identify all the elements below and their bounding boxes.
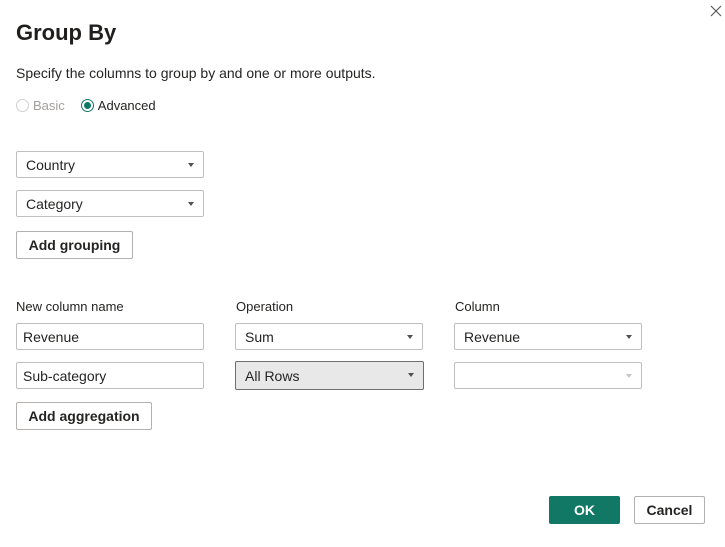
group-by-dropdown-1-value: Country: [26, 156, 76, 173]
dialog-description: Specify the columns to group by and one …: [16, 65, 376, 81]
chevron-down-icon: [188, 202, 194, 206]
radio-checked-icon: [80, 99, 94, 112]
group-by-dropdown-1[interactable]: Country: [16, 151, 204, 178]
chevron-down-icon: [626, 374, 632, 378]
new-column-name-header: New column name: [16, 299, 124, 314]
close-icon[interactable]: [707, 2, 725, 20]
add-grouping-button[interactable]: Add grouping: [16, 231, 133, 259]
new-column-name-input-2[interactable]: Sub-category: [16, 362, 204, 389]
group-by-dropdown-2[interactable]: Category: [16, 190, 204, 217]
operation-dropdown-1[interactable]: Sum: [235, 323, 423, 350]
basic-radio[interactable]: Basic: [16, 98, 65, 113]
column-dropdown-1[interactable]: Revenue: [454, 323, 642, 350]
new-column-name-input-1[interactable]: Revenue: [16, 323, 204, 350]
operation-dropdown-2[interactable]: All Rows: [235, 361, 424, 390]
chevron-down-icon: [626, 335, 632, 339]
operation-dropdown-2-value: All Rows: [245, 367, 300, 384]
radio-unchecked-icon: [16, 99, 29, 112]
operation-dropdown-1-value: Sum: [245, 328, 274, 345]
cancel-button[interactable]: Cancel: [634, 496, 705, 524]
advanced-radio[interactable]: Advanced: [80, 98, 156, 113]
ok-button[interactable]: OK: [549, 496, 620, 524]
column-header: Column: [455, 299, 500, 314]
basic-radio-label: Basic: [33, 98, 65, 113]
mode-radio-group: Basic Advanced: [16, 98, 172, 113]
chevron-down-icon: [188, 163, 194, 167]
chevron-down-icon: [408, 373, 414, 377]
group-by-dropdown-2-value: Category: [26, 195, 83, 212]
operation-header: Operation: [236, 299, 294, 314]
advanced-radio-label: Advanced: [97, 98, 156, 113]
column-dropdown-2[interactable]: [454, 362, 642, 389]
new-column-name-value-1: Revenue: [23, 328, 80, 345]
column-dropdown-1-value: Revenue: [464, 328, 521, 345]
add-aggregation-button[interactable]: Add aggregation: [16, 402, 152, 430]
dialog-title: Group By: [16, 20, 117, 45]
chevron-down-icon: [407, 335, 413, 339]
new-column-name-value-2: Sub-category: [23, 367, 107, 384]
